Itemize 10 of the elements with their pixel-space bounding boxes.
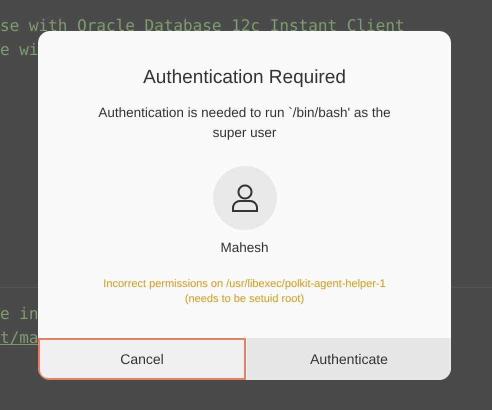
terminal-line: t/ma — [0, 327, 39, 349]
terminal-line: e wi — [0, 39, 39, 61]
terminal-line: se with Oracle Database 12c Instant Client — [0, 15, 405, 37]
dialog-message: Authentication is needed to run `/bin/bash' as the super user — [97, 104, 392, 142]
error-message: Incorrect permissions on /usr/libexec/polkit-agent-helper-1 (needs to be setuid root) — [102, 276, 387, 307]
terminal-line: e in — [0, 303, 39, 325]
cancel-button[interactable]: Cancel — [38, 338, 246, 380]
user-name: Mahesh — [220, 238, 269, 256]
authenticate-button[interactable]: Authenticate — [247, 338, 451, 380]
dialog-title: Authentication Required — [143, 66, 346, 90]
